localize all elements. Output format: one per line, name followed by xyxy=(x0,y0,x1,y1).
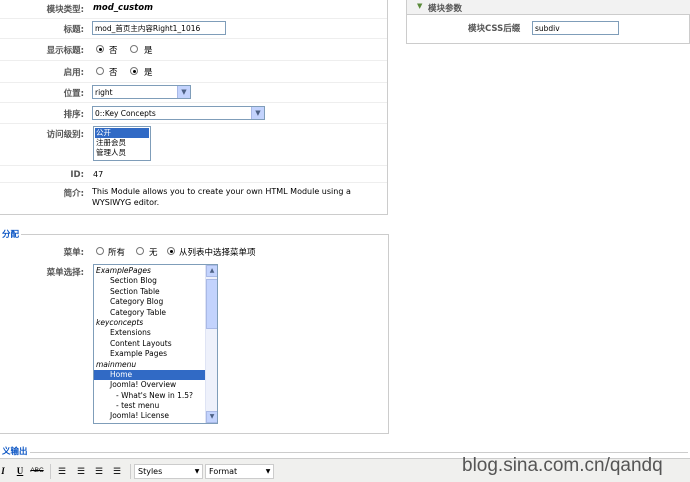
enabled-yes-label: 是 xyxy=(144,68,153,78)
enabled-label: 启用: xyxy=(63,68,84,78)
show-title-yes-label: 是 xyxy=(144,46,153,56)
align-left-icon[interactable]: ☰ xyxy=(56,465,68,477)
position-value: right xyxy=(95,88,113,97)
params-header[interactable]: ▼ 模块参数 xyxy=(407,0,690,15)
styles-select[interactable]: Styles ▼ xyxy=(134,464,203,479)
show-title-yes-radio[interactable] xyxy=(130,45,138,53)
chevron-down-icon[interactable]: ▼ xyxy=(251,107,264,119)
params-title: 模块参数 xyxy=(428,4,463,14)
menu-list-item[interactable]: - test menu xyxy=(94,401,217,411)
access-listbox[interactable]: 公开 注册会员 管理人员 xyxy=(93,126,151,161)
toolbar-separator xyxy=(130,464,131,479)
id-value: 47 xyxy=(93,170,104,179)
access-option[interactable]: 公开 xyxy=(95,128,149,138)
menu-list-item[interactable]: Home xyxy=(94,369,217,381)
access-option[interactable]: 管理人员 xyxy=(95,148,149,158)
menu-group-item[interactable]: ExamplePages xyxy=(94,266,217,276)
chevron-down-icon[interactable]: ▼ xyxy=(263,465,273,478)
align-justify-icon[interactable]: ☰ xyxy=(111,465,123,477)
show-title-no-radio[interactable] xyxy=(96,45,104,53)
menus-all-radio[interactable] xyxy=(96,247,104,255)
divider xyxy=(0,102,387,103)
order-select[interactable]: 0::Key Concepts ▼ xyxy=(92,106,265,120)
title-input[interactable]: mod_首页主内容Right1_1016 xyxy=(92,21,226,35)
module-type-label: 模块类型: xyxy=(46,5,84,15)
styles-select-label: Styles xyxy=(138,467,163,476)
divider xyxy=(0,18,387,19)
align-center-icon[interactable]: ☰ xyxy=(75,465,87,477)
menu-selection-label: 菜单选择: xyxy=(46,268,84,278)
custom-output-legend: 义输出 xyxy=(0,445,30,457)
access-label: 访问级别: xyxy=(46,130,84,140)
toolbar-separator xyxy=(50,464,51,479)
position-select[interactable]: right ▼ xyxy=(92,85,191,99)
divider xyxy=(0,82,387,83)
underline-icon[interactable]: U xyxy=(14,465,26,477)
scroll-up-icon[interactable]: ▲ xyxy=(206,265,217,277)
menus-none-radio[interactable] xyxy=(136,247,144,255)
menu-list-item[interactable]: - What's New in 1.5? xyxy=(94,391,217,401)
menu-group-item[interactable]: keyconcepts xyxy=(94,318,217,328)
menu-list-item[interactable]: Example Pages xyxy=(94,349,217,359)
menus-select-radio[interactable] xyxy=(167,247,175,255)
menu-list-item[interactable]: Category Table xyxy=(94,308,217,318)
order-label: 排序: xyxy=(63,110,84,120)
title-label: 标题: xyxy=(63,25,84,35)
show-title-label: 显示标题: xyxy=(46,46,84,56)
scroll-thumb[interactable] xyxy=(206,279,217,329)
enabled-no-radio[interactable] xyxy=(96,67,104,75)
scroll-down-icon[interactable]: ▼ xyxy=(206,411,217,423)
id-label: ID: xyxy=(70,170,84,180)
divider xyxy=(0,182,387,183)
menu-list-item[interactable]: Extensions xyxy=(94,328,217,338)
align-right-icon[interactable]: ☰ xyxy=(93,465,105,477)
italic-icon[interactable]: I xyxy=(0,465,9,477)
format-select-label: Format xyxy=(209,467,238,476)
menus-none-label: 无 xyxy=(149,248,158,258)
menu-list-item[interactable]: Section Blog xyxy=(94,276,217,286)
chevron-down-icon[interactable]: ▼ xyxy=(177,86,190,98)
custom-output-fieldset xyxy=(0,452,688,453)
menus-label: 菜单: xyxy=(63,248,84,258)
assignment-legend: 分配 xyxy=(0,228,22,240)
css-suffix-input[interactable]: subdiv xyxy=(532,21,619,35)
position-label: 位置: xyxy=(63,89,84,99)
menu-list-item[interactable]: Joomla! License xyxy=(94,411,217,421)
triangle-down-icon: ▼ xyxy=(417,2,423,10)
order-value: 0::Key Concepts xyxy=(95,109,156,118)
enabled-no-label: 否 xyxy=(109,68,118,78)
watermark: blog.sina.com.cn/qandq xyxy=(462,455,663,476)
menu-list-item[interactable]: Section Table xyxy=(94,287,217,297)
show-title-no-label: 否 xyxy=(109,46,118,56)
menu-selection-listbox[interactable]: ExamplePages Section Blog Section Table Cat… xyxy=(93,264,218,424)
access-option[interactable]: 注册会员 xyxy=(95,138,149,148)
enabled-yes-radio[interactable] xyxy=(130,67,138,75)
menus-all-label: 所有 xyxy=(108,248,126,258)
chevron-down-icon[interactable]: ▼ xyxy=(192,465,202,478)
description-text: This Module allows you to create your ow… xyxy=(92,187,351,207)
divider xyxy=(0,123,387,124)
format-select[interactable]: Format ▼ xyxy=(205,464,274,479)
menu-group-item[interactable]: mainmenu xyxy=(94,360,217,370)
menu-list-item[interactable]: Category Blog xyxy=(94,297,217,307)
menu-list-item[interactable]: Joomla! Overview xyxy=(94,380,217,390)
strikethrough-icon[interactable]: ABC xyxy=(30,465,44,477)
css-suffix-label: 模块CSS后缀 xyxy=(468,24,521,34)
divider xyxy=(0,165,387,166)
menus-select-label: 从列表中选择菜单项 xyxy=(179,248,256,258)
menu-list-item[interactable]: Content Layouts xyxy=(94,339,217,349)
module-type-value: mod_custom xyxy=(93,3,153,13)
listbox-scrollbar[interactable]: ▲ ▼ xyxy=(205,265,217,423)
description-label: 简介: xyxy=(63,189,84,199)
divider xyxy=(0,60,387,61)
divider xyxy=(0,38,387,39)
